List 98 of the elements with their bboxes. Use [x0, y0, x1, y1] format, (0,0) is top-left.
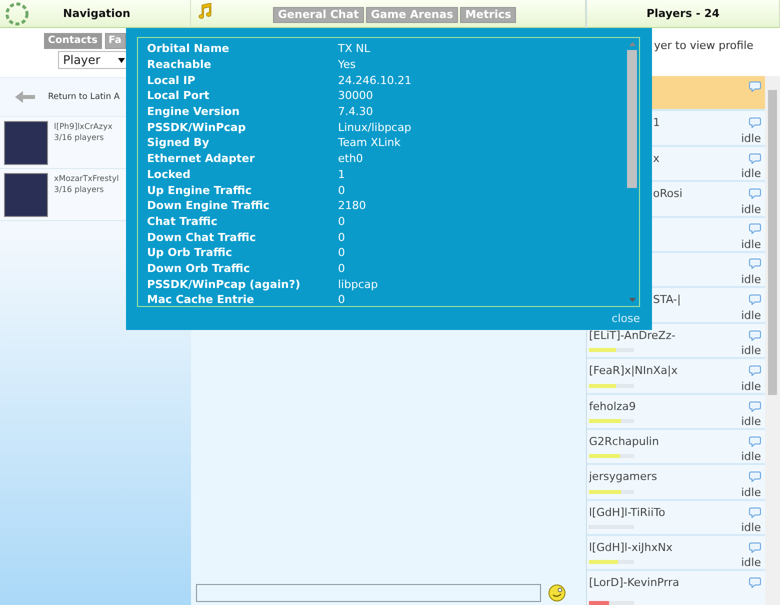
info-label: Reachable: [147, 58, 212, 72]
up-arrow-icon: [628, 42, 636, 46]
caret-icon: [118, 58, 125, 62]
player-row[interactable]: l[GdH]l-TiRiiTo idle: [587, 500, 765, 536]
chat-bubble-icon: [749, 400, 761, 412]
info-value: Linux/libpcap: [338, 120, 412, 134]
player-status: idle: [741, 450, 761, 464]
chat-bubble-icon: [749, 506, 761, 518]
player-name: x: [653, 152, 660, 165]
chat-bubble-icon: [749, 330, 761, 341]
player-status: idle: [741, 414, 761, 428]
panel-title: Players - 24: [646, 7, 720, 20]
player-status: idle: [741, 202, 761, 216]
chat-bubble-icon: [749, 365, 761, 376]
thumbnail-placeholder: [4, 173, 48, 217]
player-name: l[GdH]l-xiJhxNx: [589, 541, 672, 554]
message-field[interactable]: [196, 584, 541, 602]
chat-bubble-icon: [749, 294, 761, 306]
smiley-icon: [548, 584, 566, 602]
info-label: Down Chat Traffic: [147, 230, 257, 244]
ring-logo-icon: [5, 2, 29, 26]
info-value: 7.4.30: [338, 105, 373, 118]
player-count: 3/16 players: [54, 133, 105, 142]
player-status: idle: [741, 344, 761, 358]
player-status: idle: [741, 308, 761, 322]
chat-bubble-icon: [749, 117, 761, 128]
player-name: STA-|: [653, 293, 681, 306]
player-status: idle: [741, 273, 761, 286]
scrollbar[interactable]: [765, 76, 780, 605]
thumbnail-placeholder: [4, 121, 48, 165]
player-status: idle: [741, 167, 761, 180]
back-arrow-icon: [15, 91, 35, 103]
info-value: 1: [338, 168, 345, 181]
info-value: libpcap: [338, 278, 378, 291]
activity-bar: [589, 348, 634, 352]
info-label: Local Port: [147, 89, 210, 102]
info-value: 0: [338, 230, 345, 244]
info-value: eth0: [338, 152, 364, 166]
game-host: l[Ph9]lxCrAzyx: [54, 122, 112, 131]
chat-bubble-icon: [749, 152, 761, 164]
player-name: [LorD]-KevinPrra: [589, 576, 680, 590]
activity-bar: [589, 600, 634, 605]
player-name: 1: [653, 116, 660, 130]
info-value: 0: [338, 246, 345, 260]
player-status: idle: [741, 132, 761, 145]
chat-bubble-icon: [749, 81, 761, 92]
player-name: [ELiT]-AnDreZz-: [589, 328, 676, 342]
info-value: 0: [338, 184, 345, 197]
info-value: 0: [338, 293, 345, 306]
music-note-icon: [198, 2, 212, 18]
hint-text: yer to view profile: [654, 39, 754, 52]
player-count: 3/16 players: [54, 185, 105, 194]
panel-title: Navigation: [63, 7, 130, 20]
player-name: jersygamers: [589, 470, 658, 484]
info-label: Local IP: [147, 74, 196, 87]
activity-bar: [589, 384, 634, 388]
activity-bar: [589, 454, 634, 458]
player-name: [FeaR]x|NInXa|x: [589, 364, 678, 378]
player-name: oRosi: [653, 187, 682, 200]
info-value: TX NL: [338, 42, 370, 56]
info-label: PSSDK/WinPcap (again?): [147, 278, 302, 291]
player-name: l[GdH]l-TiRiiTo: [589, 506, 666, 519]
info-label: Up Orb Traffic: [147, 246, 234, 260]
activity-bar: [589, 490, 634, 494]
info-value: 30000: [338, 89, 373, 102]
player-row[interactable]: feholza9 idle: [587, 394, 765, 430]
chat-bubble-icon: [749, 188, 761, 200]
player-status: idle: [741, 380, 761, 393]
chat-bubble-icon: [749, 577, 761, 588]
activity-bar: [589, 525, 634, 530]
chat-bubble-icon: [749, 471, 761, 482]
chat-bubble-icon: [749, 222, 761, 234]
activity-bar: [589, 418, 634, 423]
player-status: idle: [741, 486, 761, 499]
info-label: Engine Version: [147, 105, 241, 118]
back-link[interactable]: Return to Latin A: [48, 92, 120, 102]
info-label: Mac Cache Entrie: [147, 293, 256, 306]
activity-bar: [589, 560, 634, 564]
chat-bubble-icon: [749, 436, 761, 447]
info-value: 2180: [338, 199, 366, 212]
player-status: idle: [741, 521, 761, 534]
player-status: idle: [741, 238, 761, 251]
player-status: idle: [741, 556, 761, 570]
chat-bubble-icon: [749, 258, 761, 269]
info-label: Orbital Name: [147, 42, 230, 56]
game-host: xMozarTxFrestyl: [54, 174, 119, 183]
info-value: 0: [338, 214, 345, 228]
info-label: Down Orb Traffic: [147, 262, 251, 275]
info-value: 0: [338, 262, 345, 275]
player-row[interactable]: [ELiT]-AnDreZz- idle: [587, 324, 765, 360]
info-value: Team XLink: [338, 136, 401, 150]
player-name: feholza9: [589, 400, 636, 413]
player-name: G2Rchapulin: [589, 434, 659, 448]
chat-bubble-icon: [749, 542, 761, 554]
down-arrow-icon: [628, 298, 636, 302]
info-label: Locked: [147, 168, 192, 181]
info-value: 24.246.10.21: [338, 74, 412, 87]
info-value: Yes: [338, 58, 356, 72]
